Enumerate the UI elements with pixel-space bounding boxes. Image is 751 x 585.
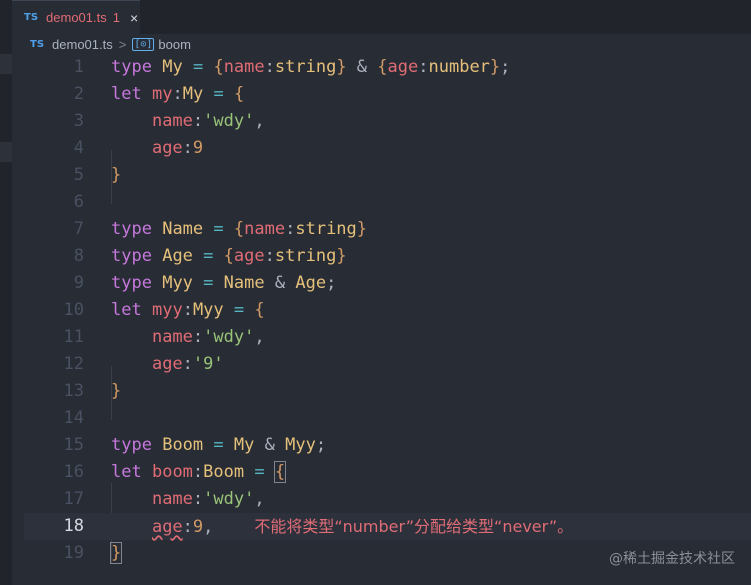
line-number: 3 — [73, 111, 84, 131]
code-line[interactable]: 15 type Boom = My & Myy; — [24, 432, 751, 459]
code-text: age:9, 不能将类型“number”分配给类型“never”。 — [151, 517, 574, 537]
typescript-file-icon: TS — [24, 12, 39, 23]
problem-count-badge: 1 — [112, 10, 120, 25]
line-number: 8 — [73, 246, 84, 266]
code-text: age:9 — [151, 138, 204, 158]
code-text: let myy:Myy = { — [111, 300, 265, 320]
chevron-right-icon: > — [118, 36, 127, 52]
line-number: 12 — [63, 354, 84, 374]
line-number: 16 — [63, 462, 84, 482]
line-number: 15 — [63, 435, 84, 455]
line-number: 18 — [63, 516, 84, 536]
code-text: type Age = {age:string} — [111, 246, 347, 266]
code-text: type My = {name:string} & {age:number}; — [111, 57, 511, 77]
code-text: let my:My = { — [111, 84, 245, 104]
line-number: 17 — [63, 489, 84, 509]
code-text: name:'wdy', — [151, 111, 265, 131]
code-line[interactable]: 17 name:'wdy', — [24, 486, 751, 513]
code-line[interactable]: 11 name:'wdy', — [24, 324, 751, 351]
code-line[interactable]: 9 type Myy = Name & Age; — [24, 270, 751, 297]
watermark: @稀土掘金技术社区 — [609, 551, 735, 567]
line-number: 9 — [73, 273, 84, 293]
breadcrumb-symbol[interactable]: boom — [158, 37, 191, 52]
breadcrumb: TS demo01.ts > [⊙] boom — [12, 34, 751, 54]
code-line[interactable]: 8 type Age = {age:string} — [24, 243, 751, 270]
line-number: 14 — [63, 408, 84, 428]
code-text: } — [111, 381, 122, 401]
breadcrumb-file[interactable]: demo01.ts — [52, 37, 113, 52]
variable-symbol-icon: [⊙] — [132, 37, 155, 51]
code-line[interactable]: 1 type My = {name:string} & {age:number}; — [24, 54, 751, 81]
code-line[interactable]: 14 — [24, 405, 751, 432]
code-line[interactable]: 5} — [24, 162, 751, 189]
code-text: age:'9' — [151, 354, 224, 374]
code-text: } — [109, 542, 123, 564]
code-text: type Myy = Name & Age; — [111, 273, 337, 293]
code-line[interactable]: 2 let my:My = { — [24, 81, 751, 108]
line-number: 7 — [73, 219, 84, 239]
code-text: name:'wdy', — [151, 489, 265, 509]
code-line[interactable]: 4 age:9 — [24, 135, 751, 162]
code-text: name:'wdy', — [151, 327, 265, 347]
left-edge-marker — [0, 54, 12, 74]
line-number: 13 — [63, 381, 84, 401]
line-number: 1 — [73, 57, 84, 77]
code-line[interactable]: 10 let myy:Myy = { — [24, 297, 751, 324]
left-edge-marker — [0, 142, 12, 162]
tab-demo01[interactable]: TS demo01.ts 1 × — [12, 0, 140, 34]
code-editor[interactable]: 1 type My = {name:string} & {age:number};… — [12, 54, 751, 585]
line-number: 4 — [73, 138, 84, 158]
code-text: } — [111, 165, 122, 185]
line-number: 10 — [63, 300, 84, 320]
close-icon[interactable]: × — [130, 10, 138, 26]
code-line[interactable]: 16 let boom:Boom = { — [24, 459, 751, 486]
code-line[interactable]: 3 name:'wdy', — [24, 108, 751, 135]
line-number: 19 — [63, 543, 84, 563]
inline-error-message: 不能将类型“number”分配给类型“never”。 — [254, 517, 574, 536]
code-text: let boom:Boom = { — [111, 461, 287, 483]
code-text: type Name = {name:string} — [111, 219, 368, 239]
line-number: 11 — [63, 327, 84, 347]
line-number: 5 — [73, 165, 84, 185]
code-line[interactable]: 13} — [24, 378, 751, 405]
left-edge — [0, 34, 12, 585]
typescript-file-icon: TS — [30, 38, 45, 50]
line-number: 6 — [73, 192, 84, 212]
code-text: type Boom = My & Myy; — [111, 435, 327, 455]
tab-filename: demo01.ts — [46, 10, 107, 25]
tab-bar: TS demo01.ts 1 × — [0, 0, 751, 34]
code-line[interactable]: 12 age:'9' — [24, 351, 751, 378]
code-line-current[interactable]: 18 age:9, 不能将类型“number”分配给类型“never”。 — [24, 513, 751, 540]
code-line[interactable]: 7 type Name = {name:string} — [24, 216, 751, 243]
line-number: 2 — [73, 84, 84, 104]
code-line[interactable]: 6 — [24, 189, 751, 216]
